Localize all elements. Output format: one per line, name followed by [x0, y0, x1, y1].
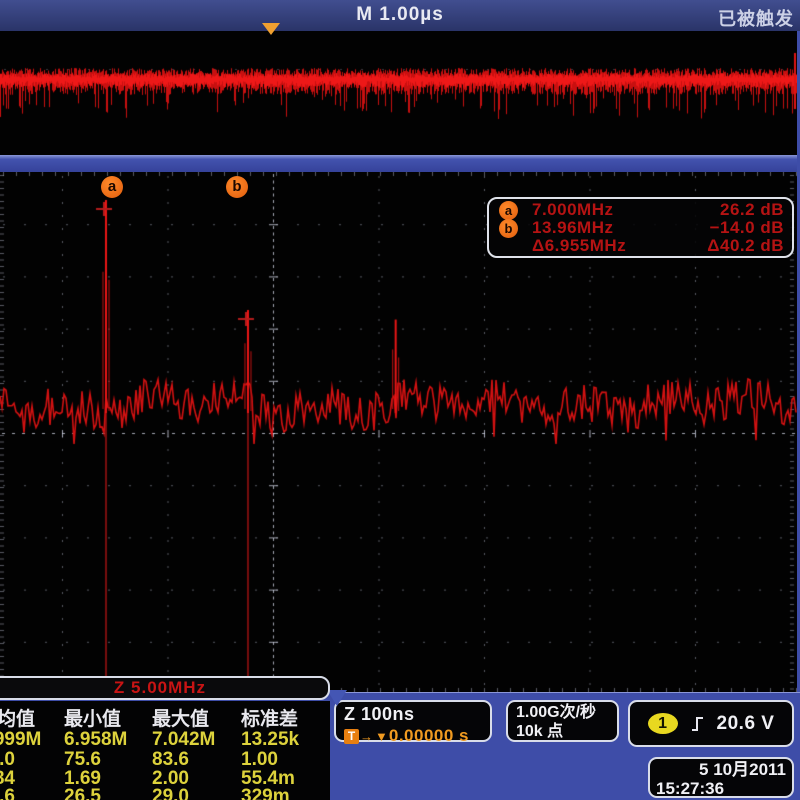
trigger-marker-icon: ▼	[375, 729, 388, 744]
col-header-std: 标准差	[241, 704, 330, 731]
cell: 13.25k	[241, 729, 330, 751]
cursor-row-b: b 13.96MHz −14.0 dB	[489, 219, 792, 237]
time-domain-window	[0, 31, 797, 155]
trigger-position-readout: T → ▼ 0.00000 s	[344, 726, 482, 746]
cell: 29.0	[152, 786, 241, 800]
marker-b-icon: b	[499, 219, 518, 238]
delta-frequency: Δ6.955MHz	[518, 236, 682, 256]
trigger-readout-box: 1 20.6 V	[628, 700, 794, 747]
marker-a-frequency: 7.000MHz	[518, 200, 682, 220]
marker-a-level: 26.2 dB	[682, 200, 784, 220]
trigger-position-value: 0.00000 s	[389, 726, 469, 746]
cursor-row-delta: Δ6.955MHz Δ40.2 dB	[489, 237, 792, 255]
time-readout: 15:27:36	[656, 779, 786, 798]
t-badge-icon: T	[344, 729, 359, 744]
oscilloscope-screen: M 1.00µs 已被触发 a b a 7.000MHz 26.2 dB b 1…	[0, 0, 800, 800]
trigger-level-readout: 20.6 V	[717, 713, 775, 735]
window-separator	[0, 155, 797, 172]
zoom-timebase-readout: Z 100ns	[344, 704, 482, 725]
cell: 26.5	[64, 786, 152, 800]
cell: 28.6	[0, 786, 64, 800]
datetime-box: 5 10月2011 15:27:36	[648, 757, 794, 798]
bottom-readout-panel: 平均值 最小值 最大值 标准差 6.999M 6.958M 7.042M 13.…	[0, 692, 800, 800]
sample-rate-readout: 1.00G次/秒	[516, 703, 609, 722]
measurement-table-header: 平均值 最小值 最大值 标准差	[0, 704, 330, 731]
arrow-right-icon: →	[360, 729, 373, 744]
channel-1-badge: 1	[648, 713, 678, 734]
date-readout: 5 10月2011	[656, 760, 786, 779]
delta-level: Δ40.2 dB	[682, 236, 784, 256]
table-row: 28.6 26.5 29.0 329m	[0, 786, 330, 800]
top-status-bar: M 1.00µs 已被触发	[0, 0, 800, 31]
cell: 329m	[241, 786, 330, 800]
cell: 6.999M	[0, 729, 64, 751]
cell: 6.958M	[64, 729, 152, 751]
marker-a-flag: a	[101, 176, 123, 198]
col-header-max: 最大值	[152, 704, 241, 731]
marker-b-level: −14.0 dB	[682, 218, 784, 238]
zoom-wedge-icon	[327, 690, 347, 706]
marker-b-flag: b	[226, 176, 248, 198]
zoom-timebase-box: Z 100ns T → ▼ 0.00000 s	[334, 700, 492, 742]
time-domain-trace	[0, 31, 797, 155]
trigger-position-icon	[262, 23, 280, 35]
trigger-status-label: 已被触发	[718, 5, 794, 31]
cursor-readout-box: a 7.000MHz 26.2 dB b 13.96MHz −14.0 dB Δ…	[487, 197, 794, 258]
zoom-scale-pill: Z 5.00MHz	[0, 676, 330, 700]
timebase-readout: M 1.00µs	[0, 4, 800, 26]
marker-a-icon: a	[499, 201, 518, 220]
col-header-min: 最小值	[64, 704, 152, 731]
acquisition-box: 1.00G次/秒 10k 点	[506, 700, 619, 742]
cursor-row-a: a 7.000MHz 26.2 dB	[489, 201, 792, 219]
measurement-table: 平均值 最小值 最大值 标准差 6.999M 6.958M 7.042M 13.…	[0, 701, 330, 800]
delta-spacer	[499, 237, 518, 256]
table-row: 6.999M 6.958M 7.042M 13.25k	[0, 729, 330, 751]
record-length-readout: 10k 点	[516, 722, 609, 741]
col-header-mean: 平均值	[0, 704, 64, 731]
marker-b-frequency: 13.96MHz	[518, 218, 682, 238]
cell: 7.042M	[152, 729, 241, 751]
rising-edge-icon	[690, 715, 705, 732]
